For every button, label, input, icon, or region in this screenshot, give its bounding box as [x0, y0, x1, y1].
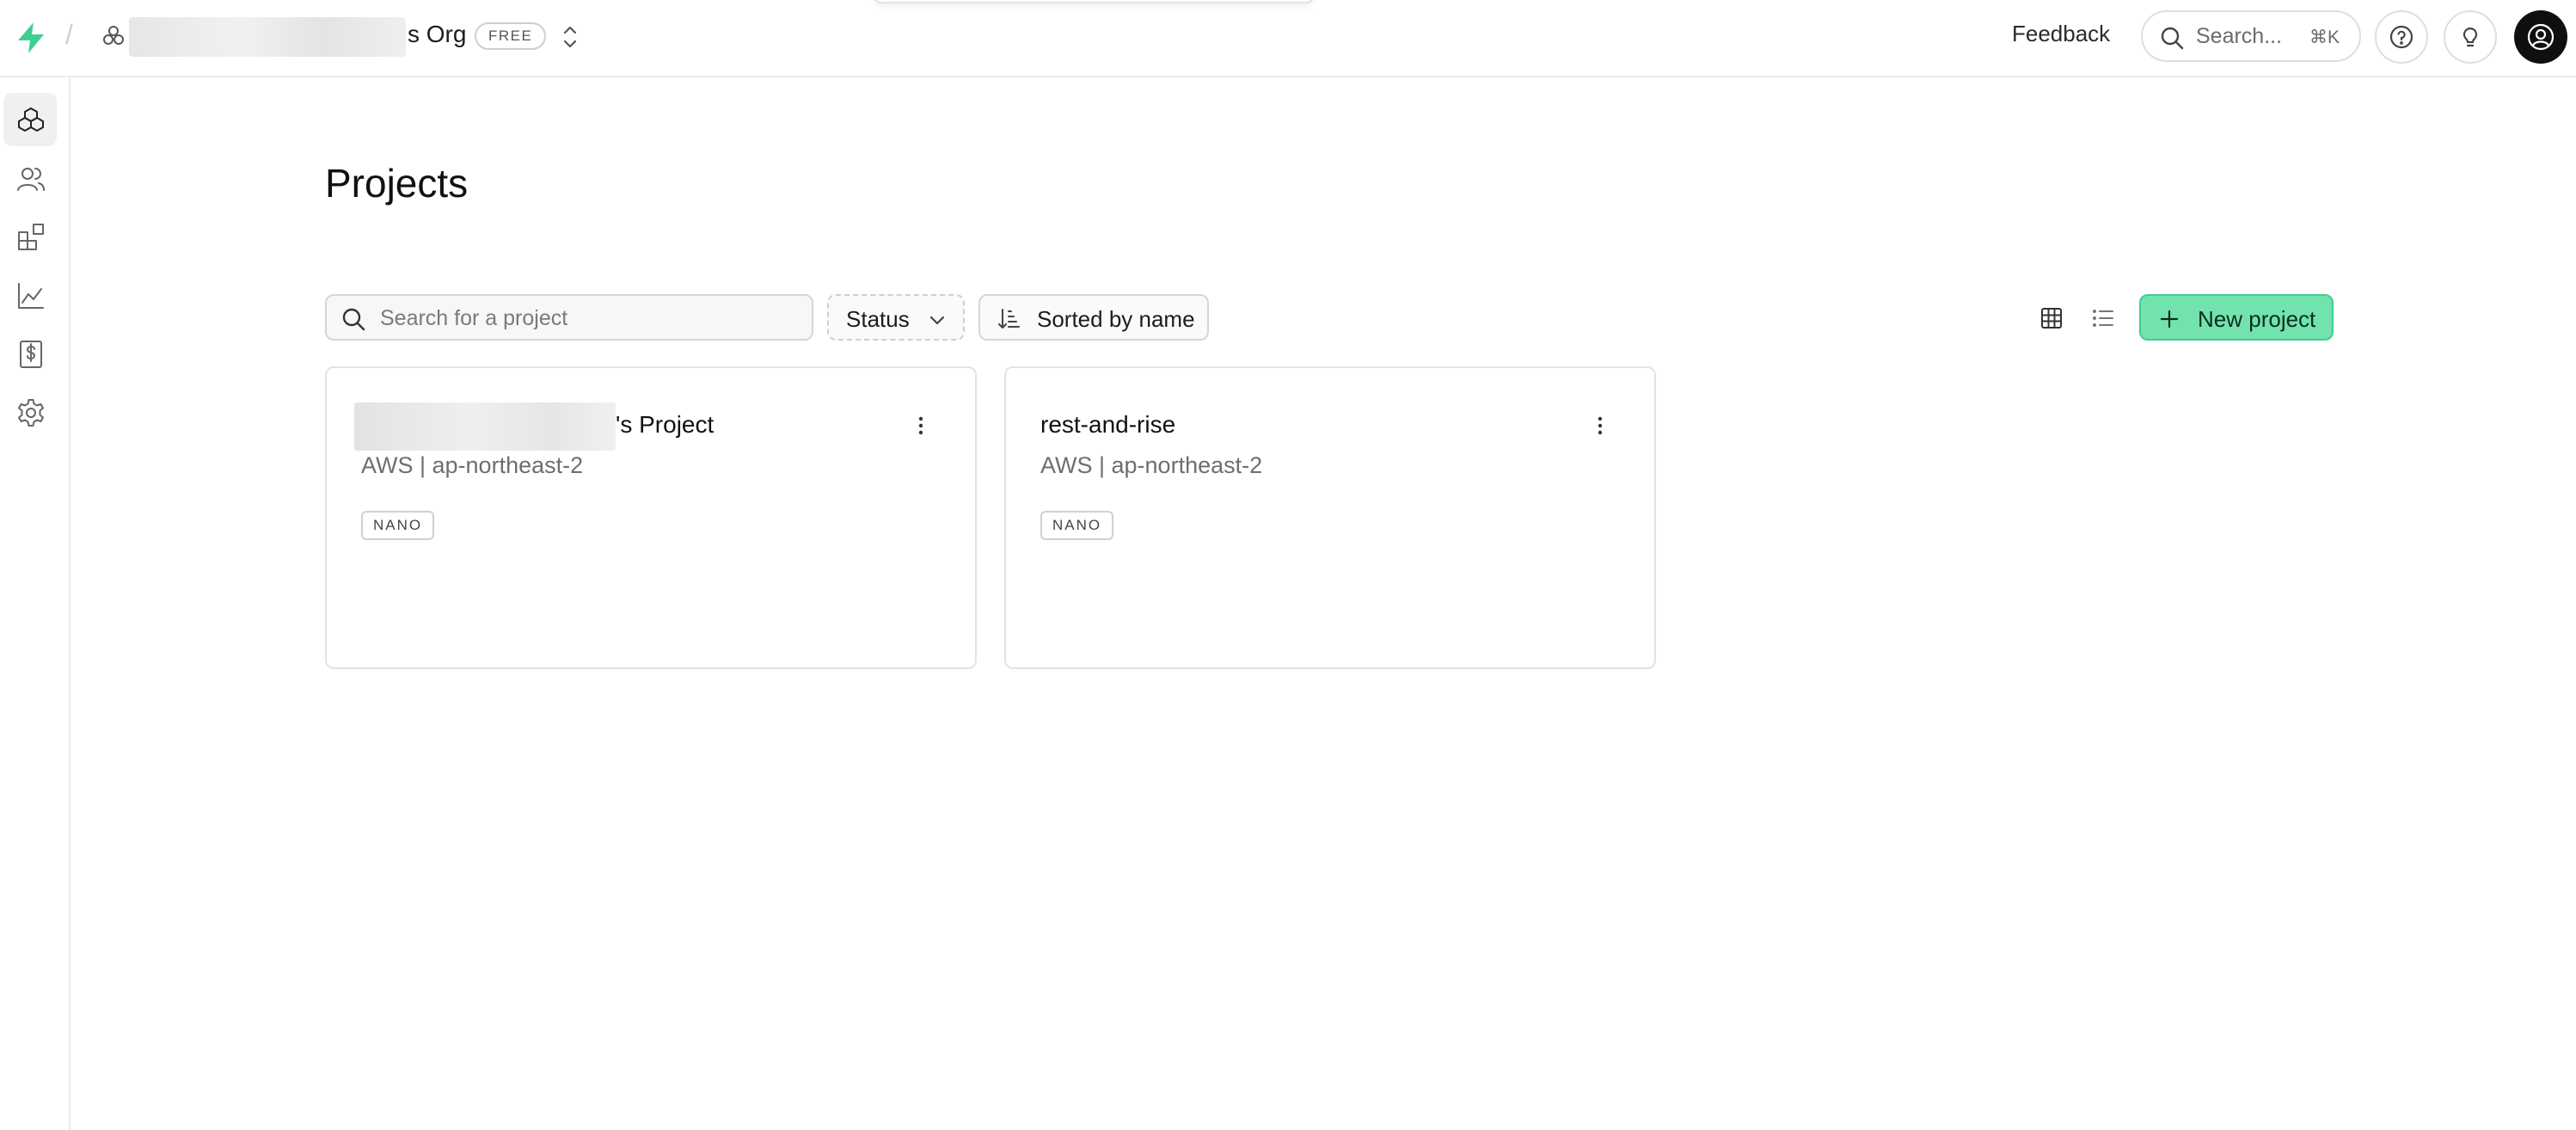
grid-view-button[interactable]	[2034, 301, 2069, 335]
user-avatar-icon	[2527, 23, 2555, 51]
breadcrumb-separator: /	[65, 19, 73, 50]
project-region: AWS | ap-northeast-2	[1040, 452, 1263, 478]
more-vertical-icon[interactable]	[1587, 413, 1613, 439]
users-icon	[17, 168, 45, 191]
chevron-down-icon	[929, 316, 945, 325]
org-name-redacted	[129, 17, 406, 57]
boxes-icon	[18, 107, 44, 132]
chart-icon	[18, 283, 44, 309]
help-button[interactable]	[2375, 10, 2428, 64]
sidebar	[0, 77, 71, 1130]
feedback-button[interactable]: Feedback	[2012, 21, 2110, 47]
project-card[interactable]: rest-and-rise AWS | ap-northeast-2 NANO	[1004, 366, 1656, 669]
list-icon	[2093, 310, 2113, 327]
search-icon	[2161, 27, 2184, 50]
page-title: Projects	[325, 161, 469, 206]
sort-button[interactable]: Sorted by name	[978, 294, 1209, 341]
sidebar-item-usage[interactable]	[3, 268, 57, 322]
plan-badge: FREE	[475, 22, 547, 50]
chevrons-up-down-icon[interactable]	[559, 22, 581, 52]
org-icon	[103, 26, 124, 45]
sidebar-item-integrations[interactable]	[3, 210, 57, 263]
sort-label: Sorted by name	[1037, 306, 1195, 332]
sidebar-item-settings[interactable]	[3, 385, 57, 439]
more-vertical-icon[interactable]	[908, 413, 934, 439]
new-project-button[interactable]: New project	[2139, 294, 2334, 341]
status-filter-label: Status	[846, 306, 910, 332]
project-region: AWS | ap-northeast-2	[361, 452, 584, 478]
project-card[interactable]: 's Project AWS | ap-northeast-2 NANO	[325, 366, 977, 669]
list-view-button[interactable]	[2086, 301, 2120, 335]
sort-icon	[998, 309, 1020, 329]
gear-icon	[18, 399, 44, 427]
project-name: rest-and-rise	[1040, 411, 1176, 438]
avatar[interactable]	[2514, 10, 2567, 64]
sidebar-item-team[interactable]	[3, 151, 57, 205]
grid-icon	[2041, 308, 2062, 329]
new-project-label: New project	[2198, 306, 2316, 332]
whats-new-button[interactable]	[2444, 10, 2497, 64]
project-search[interactable]	[325, 294, 813, 341]
org-name[interactable]: s Org	[408, 21, 466, 48]
command-search-shortcut: ⌘K	[2309, 28, 2340, 47]
help-icon	[2389, 25, 2413, 49]
project-search-input[interactable]	[380, 301, 801, 335]
blocks-icon	[18, 224, 44, 250]
lightbulb-icon	[2463, 28, 2478, 47]
command-search-button[interactable]: Search... ⌘K	[2141, 10, 2361, 62]
project-name: 's Project	[616, 411, 715, 438]
sidebar-item-projects[interactable]	[3, 93, 57, 146]
billing-icon	[20, 341, 42, 368]
command-search-label: Search...	[2196, 24, 2283, 48]
top-bar: / s Org FREE Feedback Search... ⌘K	[0, 0, 2576, 77]
supabase-logo-icon[interactable]	[14, 21, 48, 55]
status-filter-button[interactable]: Status	[827, 294, 965, 341]
compute-size-badge: NANO	[1040, 511, 1114, 540]
sidebar-item-billing[interactable]	[3, 327, 57, 380]
compute-size-badge: NANO	[361, 511, 435, 540]
dropdown-popover-edge	[874, 0, 1314, 3]
search-icon	[342, 308, 365, 331]
plus-icon	[2160, 310, 2179, 329]
project-name-redacted	[354, 402, 616, 451]
